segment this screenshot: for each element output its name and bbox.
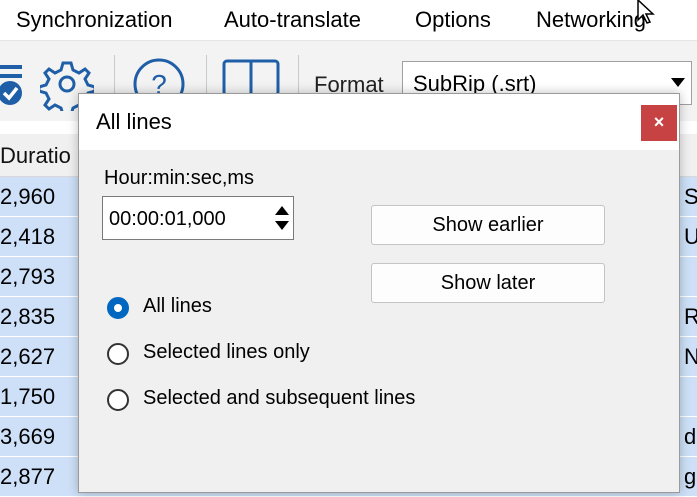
mouse-cursor-icon: [637, 0, 655, 24]
checklist-icon[interactable]: [0, 59, 30, 109]
close-button[interactable]: ×: [641, 105, 677, 141]
text-cell: U: [684, 224, 697, 249]
menu-networking[interactable]: Networking: [536, 7, 646, 33]
radio-label: All lines: [143, 295, 212, 317]
radio-button[interactable]: [107, 343, 129, 365]
spin-up-icon[interactable]: [275, 206, 289, 215]
duration-cell: 2,877: [0, 464, 56, 489]
radio-label: Selected lines only: [143, 341, 310, 363]
duration-cell: 2,960: [0, 184, 56, 209]
time-spinbox[interactable]: 00:00:01,000: [102, 196, 294, 240]
dialog-title: All lines: [96, 109, 172, 134]
dialog-titlebar[interactable]: All lines ×: [79, 94, 679, 150]
column-header-duration[interactable]: Duratio: [0, 143, 71, 169]
menu-options[interactable]: Options: [415, 7, 491, 33]
menu-synchronization[interactable]: Synchronization: [16, 7, 173, 33]
duration-cell: 2,793: [0, 264, 56, 289]
text-cell: g: [684, 464, 697, 489]
menu-bar: Synchronization Auto-translate Options N…: [0, 0, 697, 41]
toolbar-separator: [114, 55, 115, 95]
text-cell: S: [684, 184, 697, 209]
radio-label: Selected and subsequent lines: [143, 387, 416, 409]
toolbar-separator: [206, 55, 207, 95]
show-earlier-later-dialog: All lines × Hour:min:sec,ms 00:00:01,000…: [78, 93, 680, 493]
duration-cell: 3,669: [0, 424, 56, 449]
radio-button[interactable]: [107, 297, 129, 319]
show-earlier-button[interactable]: Show earlier: [371, 205, 605, 245]
dropdown-arrow-icon: [671, 78, 685, 87]
spin-down-icon[interactable]: [275, 221, 289, 230]
close-icon: ×: [653, 112, 665, 132]
text-cell: R: [684, 304, 697, 329]
menu-auto-translate[interactable]: Auto-translate: [224, 7, 361, 33]
text-cell: d: [684, 424, 697, 449]
duration-cell: 2,835: [0, 304, 56, 329]
duration-cell: 2,627: [0, 344, 56, 369]
show-later-button[interactable]: Show later: [371, 263, 605, 303]
radio-button[interactable]: [107, 389, 129, 411]
duration-cell: 2,418: [0, 224, 56, 249]
toolbar-separator: [298, 55, 299, 95]
time-value[interactable]: 00:00:01,000: [109, 208, 226, 231]
time-label: Hour:min:sec,ms: [104, 167, 255, 189]
text-cell: N: [684, 344, 697, 369]
duration-cell: 1,750: [0, 384, 56, 409]
